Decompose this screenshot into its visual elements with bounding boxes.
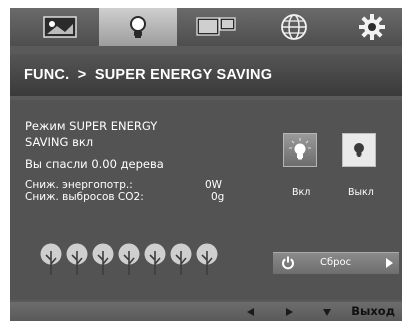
power-icon bbox=[282, 256, 294, 270]
tree-icon bbox=[196, 243, 218, 275]
lightbulb-icon bbox=[130, 16, 146, 38]
tree-icon bbox=[92, 243, 114, 275]
co2-reduction-label: Сниж. выбросов CO2: bbox=[25, 191, 144, 203]
tree-icon bbox=[118, 243, 140, 275]
option-on-button[interactable] bbox=[283, 133, 317, 167]
gear-icon bbox=[359, 14, 385, 40]
saved-trees-text: Вы спасли 0.00 дерева bbox=[25, 157, 164, 171]
option-on-label: Вкл bbox=[292, 187, 311, 198]
tree-icon bbox=[40, 243, 62, 275]
osd-window: FUNC. > SUPER ENERGY SAVING Режим SUPER … bbox=[10, 8, 402, 321]
triangle-left-icon[interactable] bbox=[247, 308, 254, 316]
exit-button[interactable]: Выход bbox=[351, 304, 395, 318]
tree-icon bbox=[170, 243, 192, 275]
tree-icon bbox=[144, 243, 166, 275]
triangle-down-icon[interactable] bbox=[323, 309, 331, 316]
option-off-label: Выкл bbox=[348, 187, 374, 198]
mode-status-line1: Режим SUPER ENERGY bbox=[25, 119, 158, 133]
tab-energy[interactable] bbox=[99, 8, 177, 46]
multi-screen-icon bbox=[196, 17, 236, 36]
reset-button[interactable]: Сброс bbox=[273, 252, 399, 274]
tab-picture[interactable] bbox=[21, 8, 99, 46]
globe-icon bbox=[281, 14, 307, 40]
tab-globe[interactable] bbox=[255, 8, 333, 46]
reset-label: Сброс bbox=[320, 257, 352, 268]
lightbulb-off-icon bbox=[354, 143, 364, 157]
triangle-right-icon bbox=[386, 258, 393, 268]
breadcrumb-title: FUNC. > SUPER ENERGY SAVING bbox=[24, 67, 273, 83]
picture-adjust-icon bbox=[43, 16, 77, 38]
triangle-right-icon[interactable] bbox=[286, 308, 293, 316]
tab-pip[interactable] bbox=[177, 8, 255, 46]
tab-strip bbox=[10, 8, 402, 46]
co2-reduction-value: 0g bbox=[211, 191, 225, 203]
content-panel: Режим SUPER ENERGY SAVING вкл Вы спасли … bbox=[10, 100, 402, 300]
energy-reduction-label: Сниж. энергопотр.: bbox=[25, 179, 133, 191]
tab-settings[interactable] bbox=[333, 8, 402, 46]
tree-icon bbox=[66, 243, 88, 275]
menu-breadcrumb: FUNC. > SUPER ENERGY SAVING bbox=[10, 54, 402, 96]
mode-status-line2: SAVING вкл bbox=[25, 135, 94, 149]
option-off-button[interactable] bbox=[342, 133, 376, 167]
footer-bar: Выход bbox=[10, 302, 402, 321]
lightbulb-on-icon bbox=[289, 138, 311, 160]
energy-reduction-value: 0W bbox=[205, 179, 223, 191]
